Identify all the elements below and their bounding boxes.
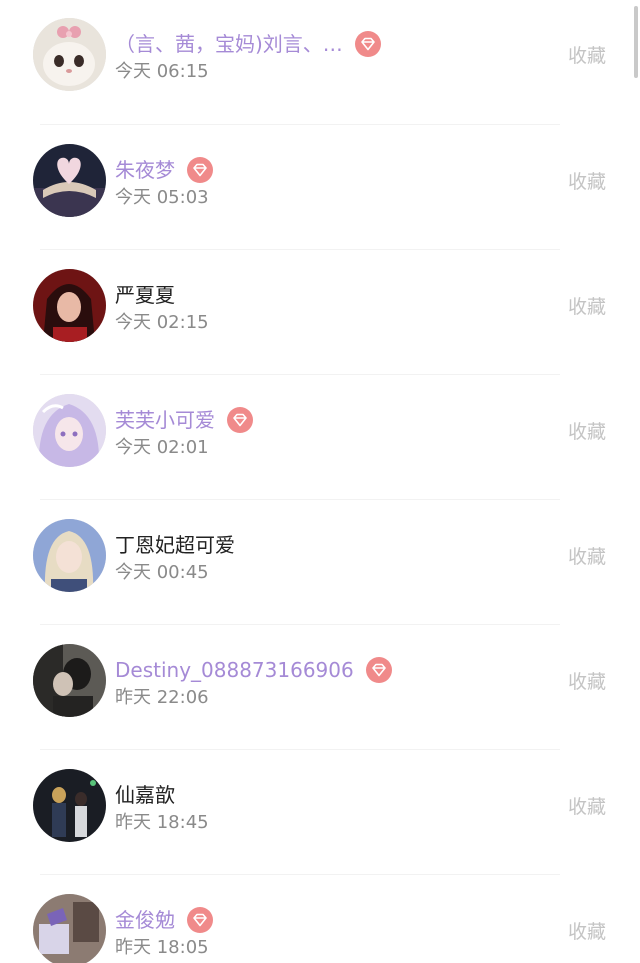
entry-name[interactable]: 仙嘉歆 — [115, 779, 175, 811]
list-item[interactable]: Destiny_088873166906 昨天 22:06 收藏 — [0, 624, 640, 748]
girl-red-avatar-icon — [33, 269, 106, 342]
list-item[interactable]: 朱夜梦 今天 05:03 收藏 — [0, 124, 640, 248]
favorite-button[interactable]: 收藏 — [568, 293, 606, 321]
list-item[interactable]: 仙嘉歆 昨天 18:45 收藏 — [0, 749, 640, 873]
avatar[interactable] — [33, 18, 106, 91]
avatar[interactable] — [33, 519, 106, 592]
anime-girl-avatar-icon — [33, 394, 106, 467]
book-heart-avatar-icon — [33, 144, 106, 217]
cat-avatar-icon — [33, 18, 106, 91]
favorites-list: （言、茜，宝妈)刘言、… 今天 06:15 收藏 朱夜梦 今天 05:03 收藏 — [0, 0, 640, 963]
list-item[interactable]: 严夏夏 今天 02:15 收藏 — [0, 249, 640, 373]
divider — [40, 749, 560, 750]
list-item[interactable]: 芙芙小可爱 今天 02:01 收藏 — [0, 374, 640, 498]
divider — [40, 374, 560, 375]
favorite-button[interactable]: 收藏 — [568, 918, 606, 946]
entry-name[interactable]: Destiny_088873166906 — [115, 654, 354, 686]
favorite-button[interactable]: 收藏 — [568, 42, 606, 70]
divider — [40, 874, 560, 875]
entry-time: 昨天 18:05 — [115, 937, 209, 958]
vip-diamond-icon — [187, 907, 213, 933]
entry-time: 今天 02:15 — [115, 312, 209, 333]
entry-time: 今天 05:03 — [115, 187, 209, 208]
favorite-button[interactable]: 收藏 — [568, 168, 606, 196]
entry-time: 今天 00:45 — [115, 562, 209, 583]
entry-name[interactable]: 朱夜梦 — [115, 154, 175, 186]
entry-name[interactable]: 严夏夏 — [115, 279, 175, 311]
avatar[interactable] — [33, 894, 106, 963]
divider — [40, 499, 560, 500]
avatar[interactable] — [33, 144, 106, 217]
room-avatar-icon — [33, 894, 106, 963]
favorite-button[interactable]: 收藏 — [568, 543, 606, 571]
avatar[interactable] — [33, 644, 106, 717]
anime-couple-avatar-icon — [33, 769, 106, 842]
vip-diamond-icon — [187, 157, 213, 183]
divider — [40, 249, 560, 250]
couple-dark-avatar-icon — [33, 644, 106, 717]
entry-name[interactable]: （言、茜，宝妈)刘言、… — [115, 28, 343, 60]
avatar[interactable] — [33, 769, 106, 842]
entry-name[interactable]: 芙芙小可爱 — [115, 404, 215, 436]
vip-diamond-icon — [365, 657, 392, 683]
entry-name[interactable]: 金俊勉 — [115, 904, 175, 936]
favorite-button[interactable]: 收藏 — [568, 668, 606, 696]
avatar[interactable] — [33, 394, 106, 467]
blonde-girl-avatar-icon — [33, 519, 106, 592]
scrollbar[interactable] — [634, 6, 638, 78]
list-item[interactable]: （言、茜，宝妈)刘言、… 今天 06:15 收藏 — [0, 0, 640, 122]
list-item[interactable]: 金俊勉 昨天 18:05 收藏 — [0, 874, 640, 963]
divider — [40, 624, 560, 625]
list-item[interactable]: 丁恩妃超可爱 今天 00:45 收藏 — [0, 499, 640, 623]
entry-time: 昨天 18:45 — [115, 812, 209, 833]
divider — [40, 124, 560, 125]
entry-name[interactable]: 丁恩妃超可爱 — [115, 529, 235, 561]
entry-time: 昨天 22:06 — [115, 687, 209, 708]
favorite-button[interactable]: 收藏 — [568, 793, 606, 821]
entry-time: 今天 02:01 — [115, 437, 209, 458]
vip-diamond-icon — [227, 407, 253, 433]
favorite-button[interactable]: 收藏 — [568, 418, 606, 446]
entry-time: 今天 06:15 — [115, 61, 209, 82]
avatar[interactable] — [33, 269, 106, 342]
vip-diamond-icon — [354, 31, 381, 57]
